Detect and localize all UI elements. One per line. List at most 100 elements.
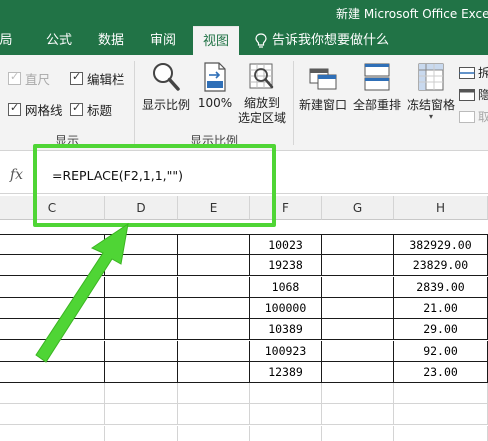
lightbulb-icon bbox=[255, 32, 267, 48]
ruler-checkbox[interactable]: 直尺 bbox=[8, 69, 50, 87]
cell-f[interactable] bbox=[250, 404, 322, 425]
cell-h[interactable] bbox=[394, 426, 488, 441]
tab-data[interactable]: 数据 bbox=[92, 26, 130, 55]
column-header-c[interactable]: C bbox=[0, 196, 105, 220]
cell-d[interactable] bbox=[105, 298, 178, 319]
cell-d[interactable] bbox=[105, 404, 178, 425]
freeze-panes-button[interactable]: 冻结窗格 ▾ bbox=[405, 61, 457, 121]
insert-function-icon[interactable]: fx bbox=[10, 167, 23, 183]
cell-f[interactable] bbox=[250, 383, 322, 404]
tab-review[interactable]: 审阅 bbox=[144, 26, 182, 55]
cell-f[interactable]: 1068 bbox=[250, 277, 322, 298]
cell-e[interactable] bbox=[178, 234, 250, 255]
cell-g[interactable] bbox=[322, 298, 394, 319]
cell-g[interactable] bbox=[322, 234, 394, 255]
formula-bar-checkbox[interactable]: 编辑栏 bbox=[70, 69, 125, 87]
tell-me-search[interactable]: 告诉我你想要做什么 bbox=[254, 26, 389, 55]
cell-d[interactable] bbox=[105, 362, 178, 383]
cell-c[interactable] bbox=[0, 298, 105, 319]
hide-button[interactable]: 隐 bbox=[459, 86, 488, 103]
cell-f[interactable]: 100000 bbox=[250, 298, 322, 319]
column-header-f[interactable]: F bbox=[250, 196, 322, 220]
cell-g[interactable] bbox=[322, 426, 394, 441]
cell-d[interactable] bbox=[105, 255, 178, 276]
cell-c[interactable] bbox=[0, 362, 105, 383]
cell-e[interactable] bbox=[178, 277, 250, 298]
unhide-button[interactable]: 取 bbox=[459, 108, 488, 125]
cell-h[interactable]: 2839.00 bbox=[394, 277, 488, 298]
zoom-button[interactable]: 显示比例 bbox=[141, 61, 191, 113]
cell-c[interactable] bbox=[0, 319, 105, 340]
cell-e[interactable] bbox=[178, 319, 250, 340]
cell-h[interactable]: 21.00 bbox=[394, 298, 488, 319]
cell-g[interactable] bbox=[322, 383, 394, 404]
checkbox-icon bbox=[70, 70, 83, 85]
cell-e[interactable] bbox=[178, 255, 250, 276]
magnifier-icon bbox=[153, 63, 180, 91]
cell-h[interactable]: 92.00 bbox=[394, 341, 488, 362]
divider bbox=[134, 61, 135, 145]
formula-input[interactable]: =REPLACE(F2,1,1,"") bbox=[52, 168, 183, 183]
unhide-label: 取 bbox=[478, 110, 488, 124]
arrange-all-button[interactable]: 全部重排 bbox=[351, 61, 403, 113]
cell-e[interactable] bbox=[178, 341, 250, 362]
zoom-selection-label-2: 选定区域 bbox=[237, 111, 286, 125]
cell-g[interactable] bbox=[322, 341, 394, 362]
cell-h[interactable]: 382929.00 bbox=[394, 234, 488, 255]
zoom-group-label: 显示比例 bbox=[190, 134, 239, 148]
cell-c[interactable] bbox=[0, 426, 105, 441]
cell-e[interactable] bbox=[178, 426, 250, 441]
cell-e[interactable] bbox=[178, 404, 250, 425]
cell-g[interactable] bbox=[322, 255, 394, 276]
cell-d[interactable] bbox=[105, 426, 178, 441]
headings-checkbox[interactable]: 标题 bbox=[70, 100, 112, 118]
new-window-button[interactable]: 新建窗口 bbox=[297, 61, 349, 113]
cell-c[interactable] bbox=[0, 234, 105, 255]
cell-g[interactable] bbox=[322, 362, 394, 383]
tab-formulas[interactable]: 公式 bbox=[40, 26, 78, 55]
cell-c[interactable] bbox=[0, 404, 105, 425]
cell-f[interactable] bbox=[250, 426, 322, 441]
zoom-100-icon bbox=[204, 62, 226, 92]
cell-e[interactable] bbox=[178, 362, 250, 383]
cell-d[interactable] bbox=[105, 234, 178, 255]
cell-c[interactable] bbox=[0, 255, 105, 276]
column-header-d[interactable]: D bbox=[105, 196, 178, 220]
cell-f[interactable]: 10389 bbox=[250, 319, 322, 340]
cell-d[interactable] bbox=[105, 319, 178, 340]
cell-g[interactable] bbox=[322, 319, 394, 340]
cell-h[interactable]: 29.00 bbox=[394, 319, 488, 340]
cell-g[interactable] bbox=[322, 404, 394, 425]
zoom-to-selection-button[interactable]: 缩放到 选定区域 bbox=[236, 61, 288, 126]
cell-c[interactable] bbox=[0, 277, 105, 298]
cell-d[interactable] bbox=[105, 341, 178, 362]
tab-view[interactable]: 视图 bbox=[193, 26, 239, 55]
show-group-label: 显示 bbox=[55, 134, 80, 148]
gridlines-checkbox[interactable]: 网格线 bbox=[8, 100, 63, 118]
column-header-h[interactable]: H bbox=[394, 196, 488, 220]
split-button[interactable]: 拆 bbox=[459, 64, 488, 81]
cell-g[interactable] bbox=[322, 277, 394, 298]
cell-c[interactable] bbox=[0, 383, 105, 404]
cell-h[interactable] bbox=[394, 383, 488, 404]
cell-e[interactable] bbox=[178, 298, 250, 319]
column-header-g[interactable]: G bbox=[322, 196, 394, 220]
hide-label: 隐 bbox=[478, 88, 488, 102]
freeze-panes-icon bbox=[418, 63, 444, 91]
cell-f[interactable]: 12389 bbox=[250, 362, 322, 383]
tab-page-layout[interactable]: 局 bbox=[0, 26, 18, 55]
cell-h[interactable] bbox=[394, 404, 488, 425]
cell-e[interactable] bbox=[178, 383, 250, 404]
checkbox-icon bbox=[8, 70, 21, 85]
cell-c[interactable] bbox=[0, 341, 105, 362]
cell-f[interactable]: 100923 bbox=[250, 341, 322, 362]
cell-d[interactable] bbox=[105, 277, 178, 298]
cell-f[interactable]: 10023 bbox=[250, 234, 322, 255]
cell-d[interactable] bbox=[105, 383, 178, 404]
zoom-100-button[interactable]: 100% bbox=[197, 61, 233, 110]
cell-h[interactable]: 23829.00 bbox=[394, 255, 488, 276]
cell-h[interactable]: 23.00 bbox=[394, 362, 488, 383]
cell-f[interactable]: 19238 bbox=[250, 255, 322, 276]
column-header-e[interactable]: E bbox=[178, 196, 250, 220]
split-label: 拆 bbox=[478, 66, 488, 80]
